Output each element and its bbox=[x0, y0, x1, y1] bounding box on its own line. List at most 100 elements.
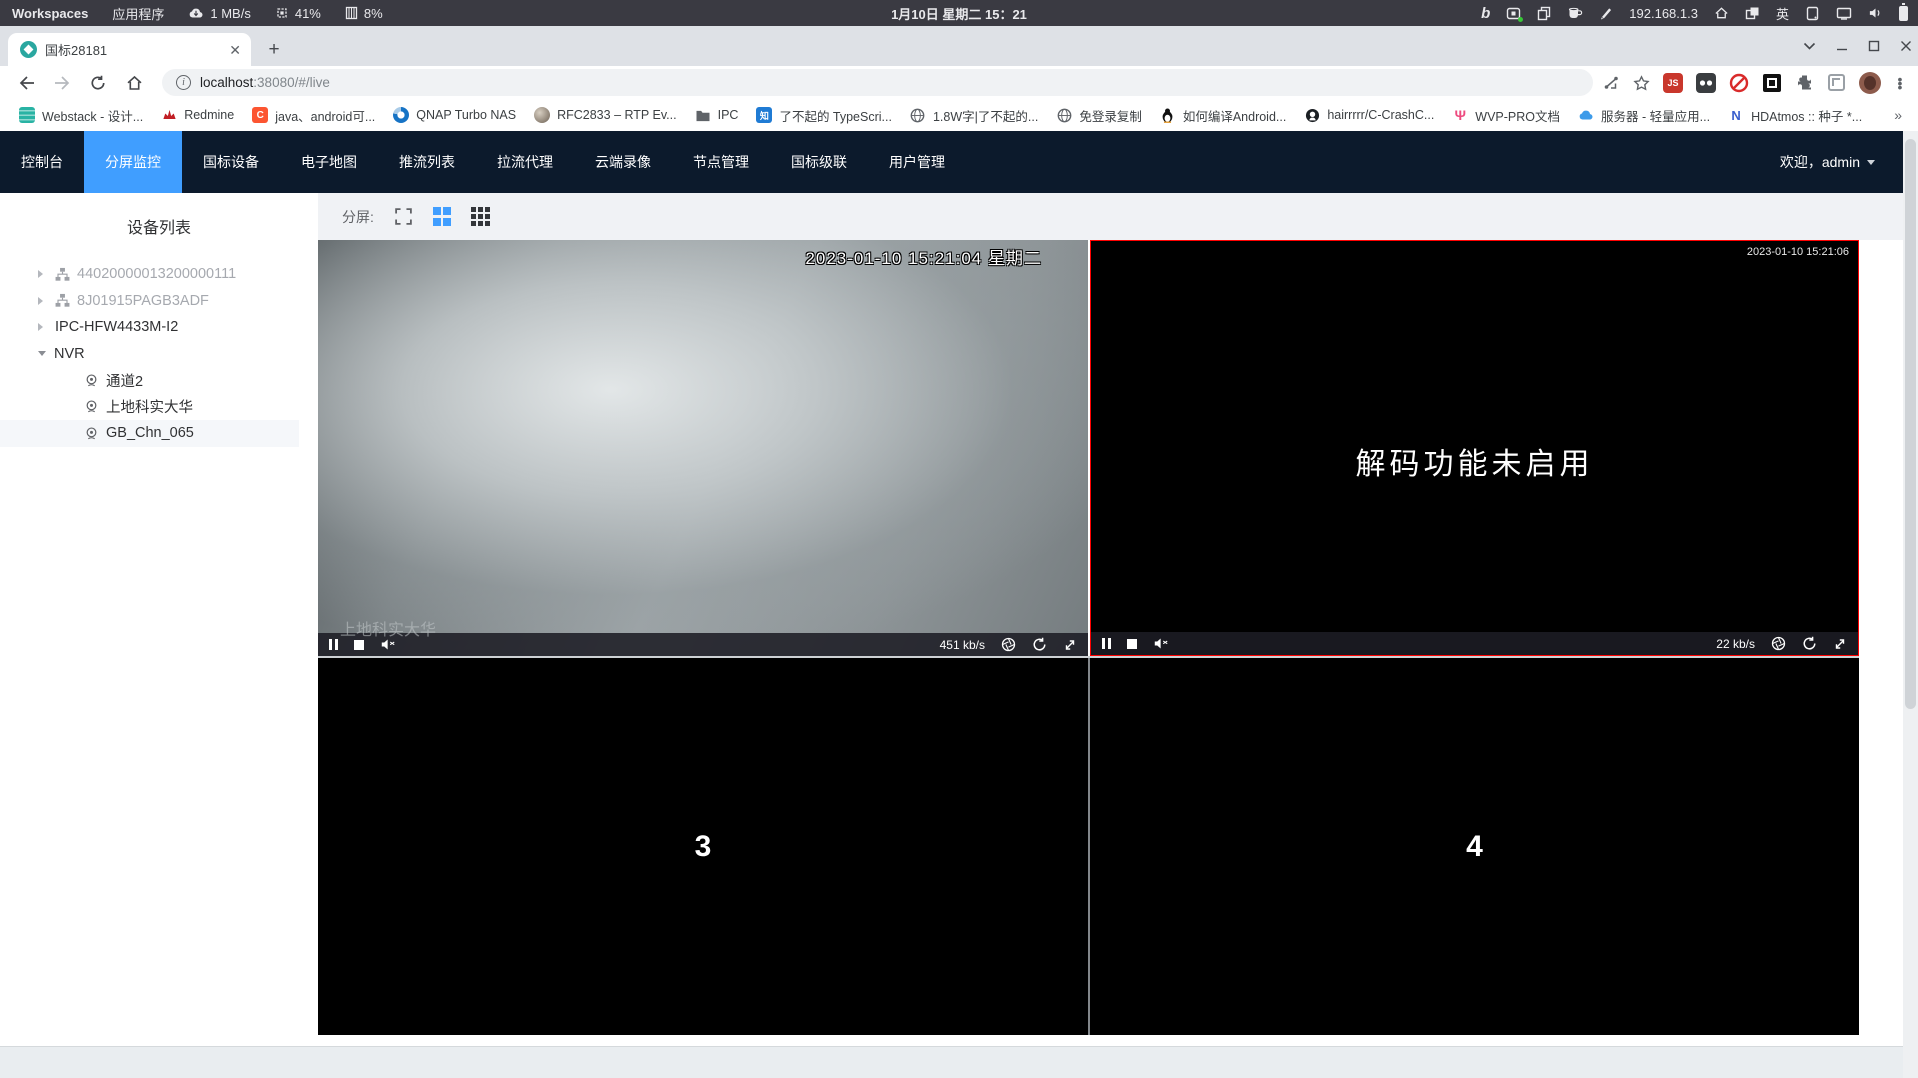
cell-number: 4 bbox=[1466, 829, 1483, 863]
snapshot-shutter-icon[interactable] bbox=[1771, 636, 1786, 651]
extension-box-icon[interactable] bbox=[1827, 73, 1846, 92]
pause-icon[interactable] bbox=[329, 639, 338, 650]
video-cell-1[interactable]: 2023-01-10 15:21:04 星期二 上地科实大华 451 kb/s bbox=[318, 240, 1088, 656]
nav-item-map[interactable]: 电子地图 bbox=[280, 131, 378, 193]
caret-right-icon[interactable] bbox=[38, 323, 47, 332]
home-button[interactable] bbox=[121, 70, 147, 96]
bookmark-item[interactable]: 免登录复制 bbox=[1047, 102, 1151, 129]
clock[interactable]: 1月10日 星期二 15：21 bbox=[891, 4, 1027, 23]
pen-tray-icon[interactable] bbox=[1599, 6, 1613, 20]
refresh-icon[interactable] bbox=[1032, 637, 1047, 652]
bookmark-item[interactable]: 1.8W字|了不起的... bbox=[901, 102, 1047, 129]
stop-icon[interactable] bbox=[354, 639, 364, 650]
tree-node-channel[interactable]: 上地科实大华 bbox=[0, 394, 299, 421]
screenshot-tray-icon[interactable] bbox=[1506, 6, 1524, 22]
nav-item-node-mgmt[interactable]: 节点管理 bbox=[672, 131, 770, 193]
bookmark-item[interactable]: 服务器 - 轻量应用... bbox=[1569, 102, 1719, 129]
extension-blocker-icon[interactable] bbox=[1729, 73, 1749, 93]
split-3x3-icon[interactable] bbox=[471, 207, 490, 226]
caret-right-icon[interactable] bbox=[38, 296, 47, 305]
clipboard-tray-icon[interactable] bbox=[1537, 6, 1551, 21]
applications-menu[interactable]: 应用程序 bbox=[112, 4, 164, 23]
window-maximize-button[interactable] bbox=[1868, 40, 1880, 52]
scrollbar-thumb[interactable] bbox=[1905, 139, 1916, 709]
window-minimize-button[interactable] bbox=[1836, 40, 1848, 52]
browser-tab[interactable]: 国标28181 ✕ bbox=[8, 33, 251, 66]
expand-icon[interactable] bbox=[1063, 638, 1077, 652]
video-cell-4[interactable]: 4 bbox=[1090, 658, 1859, 1035]
share-icon[interactable] bbox=[1603, 75, 1620, 91]
coffee-tray-icon[interactable] bbox=[1567, 6, 1583, 20]
nav-item-gb-cascade[interactable]: 国标级联 bbox=[770, 131, 868, 193]
workspaces-button[interactable]: Workspaces bbox=[12, 6, 88, 21]
volume-tray-icon[interactable] bbox=[1868, 7, 1883, 19]
tree-node-channel[interactable]: 通道2 bbox=[0, 367, 299, 394]
input-language-indicator[interactable]: 英 bbox=[1776, 4, 1789, 23]
bookmark-star-icon[interactable] bbox=[1633, 74, 1650, 91]
video-cell-3[interactable]: 3 bbox=[318, 658, 1088, 1035]
bookmarks-overflow-button[interactable]: » bbox=[1894, 107, 1918, 123]
tab-close-icon[interactable]: ✕ bbox=[227, 41, 243, 59]
bookmark-item[interactable]: IPC bbox=[686, 103, 748, 127]
tree-node-platform[interactable]: 44020000013200000111 bbox=[0, 261, 299, 288]
stop-icon[interactable] bbox=[1127, 638, 1137, 649]
split-2x2-icon[interactable] bbox=[432, 207, 452, 226]
url-text[interactable]: localhost:38080/#/live bbox=[200, 75, 330, 90]
tree-node-platform[interactable]: 8J01915PAGB3ADF bbox=[0, 288, 299, 315]
caret-right-icon[interactable] bbox=[38, 270, 47, 279]
bookmark-item[interactable]: Ψ WVP-PRO文档 bbox=[1443, 102, 1569, 129]
bookmark-item[interactable]: QNAP Turbo NAS bbox=[384, 103, 525, 127]
split-toolbar: 分屏: bbox=[318, 193, 1903, 240]
reload-button[interactable] bbox=[85, 70, 111, 96]
video-cell-2-selected[interactable]: 2023-01-10 15:21:06 解码功能未启用 22 kb/s bbox=[1090, 240, 1859, 656]
bookmark-item[interactable]: Cjava、android可... bbox=[243, 102, 384, 129]
bookmark-item[interactable]: Webstack - 设计... bbox=[10, 102, 152, 129]
user-menu[interactable]: 欢迎，admin bbox=[1780, 131, 1903, 193]
snapshot-shutter-icon[interactable] bbox=[1001, 637, 1016, 652]
battery-icon[interactable] bbox=[1899, 2, 1908, 21]
extensions-puzzle-icon[interactable] bbox=[1795, 73, 1814, 92]
bookmark-item[interactable]: N HDAtmos :: 种子 *... bbox=[1719, 102, 1871, 129]
forward-button[interactable] bbox=[49, 70, 75, 96]
extension-mask-icon[interactable] bbox=[1696, 72, 1716, 93]
refresh-icon[interactable] bbox=[1802, 636, 1817, 651]
site-info-icon[interactable]: i bbox=[176, 75, 191, 90]
profile-avatar[interactable] bbox=[1859, 71, 1881, 94]
window-close-button[interactable] bbox=[1900, 40, 1912, 52]
back-button[interactable] bbox=[13, 70, 39, 96]
nav-item-user-mgmt[interactable]: 用户管理 bbox=[868, 131, 966, 193]
page-scrollbar[interactable] bbox=[1903, 131, 1918, 1078]
home-tray-icon[interactable] bbox=[1714, 6, 1729, 20]
tree-node-device-expanded[interactable]: NVR bbox=[0, 341, 299, 368]
bookmark-item[interactable]: Redmine bbox=[152, 103, 243, 127]
browser-menu-chevron-icon[interactable] bbox=[1803, 42, 1816, 50]
nav-item-split-monitor[interactable]: 分屏监控 bbox=[84, 131, 182, 193]
windows-tray-icon[interactable] bbox=[1745, 6, 1760, 20]
nav-item-push-list[interactable]: 推流列表 bbox=[378, 131, 476, 193]
expand-icon[interactable] bbox=[1833, 637, 1847, 651]
bookmark-item[interactable]: hairrrrr/C-CrashC... bbox=[1295, 103, 1443, 127]
bookmark-item[interactable]: 如何编译Android... bbox=[1151, 102, 1296, 129]
pause-icon[interactable] bbox=[1102, 638, 1111, 649]
nav-item-cloud-record[interactable]: 云端录像 bbox=[574, 131, 672, 193]
bing-tray-icon[interactable]: b bbox=[1481, 5, 1490, 22]
nav-item-console[interactable]: 控制台 bbox=[0, 131, 84, 193]
bookmark-item[interactable]: 知了不起的 TypeScri... bbox=[747, 102, 901, 129]
tree-node-device[interactable]: IPC-HFW4433M-I2 bbox=[0, 314, 299, 341]
extension-js-icon[interactable]: JS bbox=[1663, 72, 1683, 93]
wvp-favicon-icon bbox=[20, 41, 37, 58]
extension-darkreader-icon[interactable] bbox=[1762, 73, 1782, 93]
browser-menu-icon[interactable]: • • • bbox=[1894, 72, 1906, 94]
mute-icon[interactable] bbox=[1153, 637, 1169, 650]
new-tab-button[interactable]: + bbox=[262, 38, 286, 62]
display-tray-icon[interactable] bbox=[1836, 7, 1852, 20]
address-bar[interactable]: i localhost:38080/#/live bbox=[162, 69, 1593, 96]
caret-down-icon[interactable] bbox=[38, 351, 46, 360]
bookmark-item[interactable]: RFC2833 – RTP Ev... bbox=[525, 103, 686, 127]
fullscreen-icon[interactable] bbox=[394, 207, 413, 226]
nav-item-gb-devices[interactable]: 国标设备 bbox=[182, 131, 280, 193]
tree-node-channel-selected[interactable]: GB_Chn_065 bbox=[0, 420, 299, 447]
nav-item-pull-proxy[interactable]: 拉流代理 bbox=[476, 131, 574, 193]
ip-address-indicator[interactable]: 192.168.1.3 bbox=[1629, 6, 1698, 21]
tablet-tray-icon[interactable] bbox=[1805, 6, 1820, 21]
